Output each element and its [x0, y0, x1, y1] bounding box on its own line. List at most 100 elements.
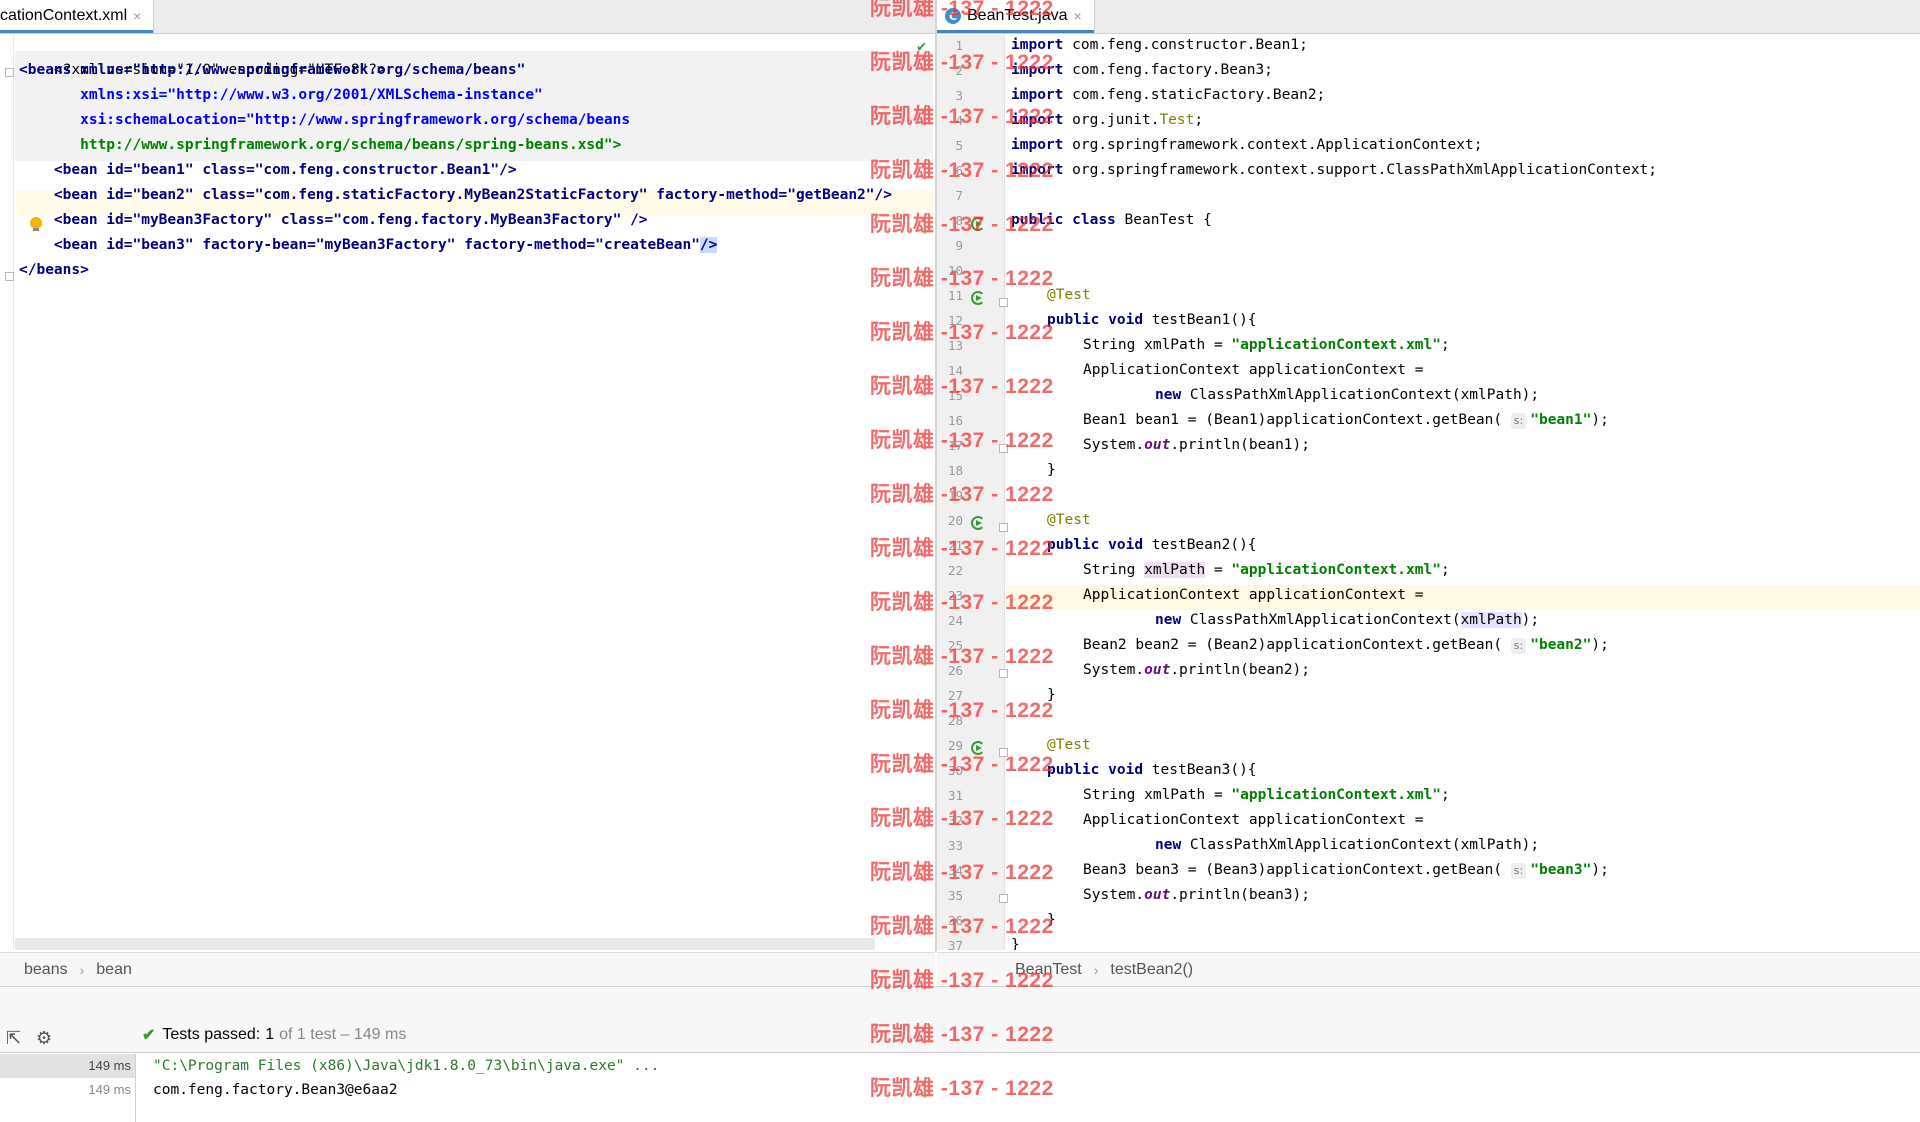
tab-label: BeanTest.java — [967, 7, 1068, 24]
println-call: System.out.println(bean3); — [1083, 887, 1311, 903]
run-toolbar: ⇱ ⚙ ✔ Tests passed: 1 of 1 test – 149 ms — [0, 987, 1920, 1053]
import-line: import com.feng.constructor.Bean1; — [1011, 37, 1308, 53]
line-number: 24 — [947, 613, 963, 628]
line-number: 26 — [947, 663, 963, 678]
class-declaration: public class BeanTest { — [1011, 212, 1212, 228]
java-class-icon: C — [945, 8, 961, 24]
status-detail: of 1 test – 149 ms — [279, 1026, 407, 1043]
run-panel: ⇱ ⚙ ✔ Tests passed: 1 of 1 test – 149 ms… — [0, 986, 1920, 1122]
line-number: 14 — [947, 363, 963, 378]
fold-icon[interactable] — [5, 68, 14, 77]
breadcrumb-item[interactable]: testBean2() — [1110, 961, 1193, 979]
line-number: 8 — [955, 213, 963, 228]
method-signature: public void testBean3(){ — [1047, 762, 1257, 778]
import-line: import com.feng.factory.Bean3; — [1011, 62, 1273, 78]
run-test-icon[interactable] — [971, 291, 985, 305]
line-number: 23 — [947, 588, 963, 603]
line-number: 27 — [947, 688, 963, 703]
schema-location-value: http://www.springframework.org/schema/be… — [19, 137, 622, 153]
bean3-tag: <bean id="bean3" factory-bean="myBean3Fa… — [19, 237, 718, 253]
line-number: 1 — [955, 38, 963, 53]
xml-line-9: <bean id="bean3" factory-bean="myBean3Fa… — [19, 233, 718, 258]
left-tab-bar: plicationContext.xml × — [0, 0, 935, 34]
line-number: 37 — [947, 938, 963, 950]
run-test-icon[interactable] — [971, 217, 985, 231]
fold-icon[interactable] — [5, 272, 14, 281]
import-line: import org.springframework.context.suppo… — [1011, 162, 1658, 178]
getbean-call: Bean3 bean3 = (Bean3)applicationContext.… — [1083, 862, 1609, 879]
getbean-call: Bean1 bean1 = (Bean1)applicationContext.… — [1083, 412, 1609, 429]
xml-line-3: xmlns:xsi="http://www.w3.org/2001/XMLSch… — [19, 83, 543, 108]
method-signature: public void testBean1(){ — [1047, 312, 1257, 328]
tab-applicationcontext-xml[interactable]: plicationContext.xml × — [0, 0, 155, 33]
test-annotation: @Test — [1047, 737, 1091, 753]
xmlns-xsi-attr: xmlns:xsi="http://www.w3.org/2001/XMLSch… — [19, 87, 543, 103]
getbean-call: Bean2 bean2 = (Bean2)applicationContext.… — [1083, 637, 1609, 654]
xml-editor[interactable]: ✔ <?xml version="1.0" encoding="UTF-8"?>… — [0, 35, 935, 950]
xml-breadcrumb: beans › bean — [0, 952, 935, 986]
line-number: 22 — [947, 563, 963, 578]
run-test-icon[interactable] — [971, 741, 985, 755]
export-icon[interactable]: ⇱ — [6, 1028, 21, 1049]
schema-location-attr: xsi:schemaLocation="http://www.springfra… — [19, 112, 631, 128]
line-number: 31 — [947, 788, 963, 803]
line-number: 34 — [947, 863, 963, 878]
close-icon[interactable]: × — [1074, 8, 1082, 24]
line-number: 6 — [955, 163, 963, 178]
class-close-brace: } — [1011, 937, 1020, 950]
tree-row-test[interactable]: 149 ms — [0, 1078, 135, 1102]
horizontal-scrollbar[interactable] — [15, 938, 875, 950]
test-annotation: @Test — [1047, 512, 1091, 528]
line-number: 36 — [947, 913, 963, 928]
context-construction: new ClassPathXmlApplicationContext(xmlPa… — [1155, 387, 1540, 403]
breadcrumb-item[interactable]: beans — [24, 961, 68, 979]
console-output: com.feng.factory.Bean3@e6aa2 — [153, 1082, 398, 1098]
java-breadcrumb: BeanTest › testBean2() — [937, 952, 1920, 986]
line-number: 18 — [947, 463, 963, 478]
fold-icon[interactable] — [999, 523, 1008, 532]
line-number: 20 — [947, 513, 963, 528]
tests-status: ✔ Tests passed: 1 of 1 test – 149 ms — [142, 1025, 406, 1045]
xml-line-8: <bean id="myBean3Factory" class="com.fen… — [19, 208, 648, 233]
java-editor[interactable]: 1 2 3 4 5 6 7 8 9 10 11 12 13 14 15 16 17 18 19 20 21 22 23 24 2… — [937, 35, 1920, 950]
breadcrumb-item[interactable]: BeanTest — [1015, 961, 1082, 979]
caret-selection: /> — [699, 237, 718, 253]
beans-close-tag: </beans> — [19, 262, 89, 278]
fold-icon[interactable] — [999, 444, 1008, 453]
gear-icon[interactable]: ⚙ — [36, 1028, 52, 1049]
fold-icon[interactable] — [999, 669, 1008, 678]
method-signature: public void testBean2(){ — [1047, 537, 1257, 553]
fold-icon[interactable] — [999, 894, 1008, 903]
tree-row-root[interactable]: 149 ms — [0, 1054, 135, 1078]
xml-line-6: <bean id="bean1" class="com.feng.constru… — [19, 158, 517, 183]
xml-line-10: </beans> — [19, 258, 89, 283]
fold-icon[interactable] — [999, 298, 1008, 307]
line-number: 15 — [947, 388, 963, 403]
chevron-right-icon: › — [1093, 961, 1099, 978]
bean1-tag: <bean id="bean1" class="com.feng.constru… — [19, 162, 517, 178]
line-number: 17 — [947, 438, 963, 453]
context-declaration: ApplicationContext applicationContext = — [1083, 587, 1424, 603]
breadcrumb-item[interactable]: bean — [96, 961, 132, 979]
mybean3factory-tag: <bean id="myBean3Factory" class="com.fen… — [19, 212, 648, 228]
line-number: 25 — [947, 638, 963, 653]
xml-line-7: <bean id="bean2" class="com.feng.staticF… — [19, 183, 892, 208]
line-number: 28 — [947, 713, 963, 728]
close-icon[interactable]: × — [133, 8, 141, 24]
println-call: System.out.println(bean2); — [1083, 662, 1311, 678]
xml-gutter — [0, 35, 14, 950]
test-annotation: @Test — [1047, 287, 1091, 303]
line-number: 30 — [947, 763, 963, 778]
line-number: 19 — [947, 488, 963, 503]
line-number: 3 — [955, 88, 963, 103]
tab-beantest-java[interactable]: C BeanTest.java × — [937, 0, 1095, 33]
method-close-brace: } — [1047, 912, 1056, 928]
method-close-brace: } — [1047, 462, 1056, 478]
check-icon: ✔ — [142, 1027, 156, 1044]
line-number: 33 — [947, 838, 963, 853]
fold-icon[interactable] — [999, 748, 1008, 757]
xml-line-4: xsi:schemaLocation="http://www.springfra… — [19, 108, 630, 133]
xmlpath-declaration: String xmlPath = "applicationContext.xml… — [1083, 337, 1450, 353]
status-count: 1 — [265, 1026, 275, 1043]
run-test-icon[interactable] — [971, 516, 985, 530]
